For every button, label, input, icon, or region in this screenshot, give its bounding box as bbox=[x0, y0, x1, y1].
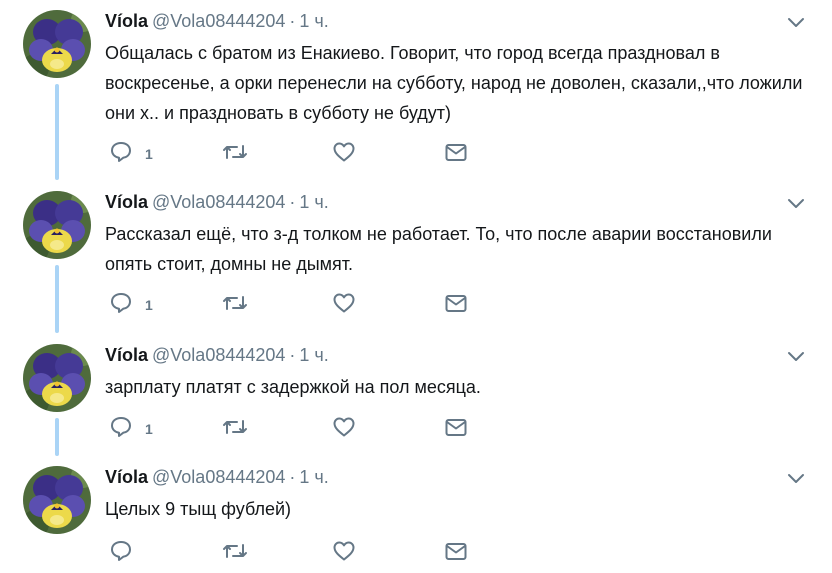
tweet[interactable]: Víola @Vola08444204 · 1 ч. Общалась с брато… bbox=[0, 0, 832, 180]
reply-icon bbox=[109, 140, 133, 164]
envelope-icon bbox=[444, 140, 468, 164]
reply-icon bbox=[109, 539, 133, 563]
thread-line bbox=[55, 265, 59, 333]
timestamp[interactable]: 1 ч. bbox=[299, 192, 328, 212]
chevron-down-icon[interactable] bbox=[786, 468, 806, 488]
envelope-icon bbox=[444, 291, 468, 315]
pansy-avatar-image bbox=[23, 191, 91, 259]
timestamp[interactable]: 1 ч. bbox=[299, 467, 328, 487]
envelope-icon bbox=[444, 539, 468, 563]
author-name[interactable]: Víola bbox=[105, 345, 148, 365]
reply-count: 1 bbox=[145, 297, 153, 313]
chevron-down-icon[interactable] bbox=[786, 346, 806, 366]
author-handle[interactable]: @Vola08444204 bbox=[152, 467, 285, 487]
timestamp[interactable]: 1 ч. bbox=[299, 11, 328, 31]
heart-icon bbox=[332, 539, 356, 563]
reply-count: 1 bbox=[145, 146, 153, 162]
message-button[interactable] bbox=[444, 289, 468, 317]
tweet-text: Общалась с братом из Енакиево. Говорит, … bbox=[105, 43, 803, 123]
retweet-button[interactable] bbox=[221, 537, 249, 565]
reply-button[interactable]: 1 bbox=[109, 413, 153, 441]
like-button[interactable] bbox=[332, 413, 356, 441]
chevron-down-icon[interactable] bbox=[786, 12, 806, 32]
heart-icon bbox=[332, 415, 356, 439]
avatar[interactable] bbox=[23, 10, 91, 78]
tweet-text: Рассказал ещё, что з-д толком не работае… bbox=[105, 224, 772, 274]
like-button[interactable] bbox=[332, 537, 356, 565]
reply-button[interactable]: 1 bbox=[109, 138, 153, 166]
separator-dot: · bbox=[289, 192, 296, 212]
pansy-avatar-image bbox=[23, 466, 91, 534]
pansy-avatar-image bbox=[23, 344, 91, 412]
envelope-icon bbox=[444, 415, 468, 439]
message-button[interactable] bbox=[444, 537, 468, 565]
tweet-text: Целых 9 тыщ фублей) bbox=[105, 499, 292, 519]
tweet-header: Víola @Vola08444204 · 1 ч. bbox=[105, 10, 329, 32]
avatar[interactable] bbox=[23, 344, 91, 412]
tweet-thread: Víola @Vola08444204 · 1 ч. Общалась с брато… bbox=[0, 0, 832, 573]
tweet-header: Víola @Vola08444204 · 1 ч. bbox=[105, 466, 329, 488]
tweet[interactable]: Víola @Vola08444204 · 1 ч. Рассказал ещё, ч… bbox=[0, 181, 832, 333]
retweet-button[interactable] bbox=[221, 413, 249, 441]
tweet[interactable]: Víola @Vola08444204 · 1 ч. Целых 9 тыщ фубл… bbox=[0, 456, 832, 573]
thread-line bbox=[55, 418, 59, 456]
separator-dot: · bbox=[289, 11, 296, 31]
chevron-down-icon[interactable] bbox=[786, 193, 806, 213]
author-handle[interactable]: @Vola08444204 bbox=[152, 192, 285, 212]
tweet-header: Víola @Vola08444204 · 1 ч. bbox=[105, 191, 329, 213]
message-button[interactable] bbox=[444, 138, 468, 166]
timestamp[interactable]: 1 ч. bbox=[299, 345, 328, 365]
retweet-button[interactable] bbox=[221, 138, 249, 166]
retweet-icon bbox=[221, 140, 249, 164]
separator-dot: · bbox=[289, 467, 296, 487]
reply-button[interactable]: 1 bbox=[109, 289, 153, 317]
author-name[interactable]: Víola bbox=[105, 467, 148, 487]
author-name[interactable]: Víola bbox=[105, 11, 148, 31]
retweet-icon bbox=[221, 415, 249, 439]
tweet-text: зарплату платят с задержкой на пол месяц… bbox=[105, 377, 481, 397]
separator-dot: · bbox=[289, 345, 296, 365]
author-handle[interactable]: @Vola08444204 bbox=[152, 11, 285, 31]
message-button[interactable] bbox=[444, 413, 468, 441]
tweet-actions: 1 bbox=[105, 289, 505, 317]
retweet-icon bbox=[221, 291, 249, 315]
avatar[interactable] bbox=[23, 191, 91, 259]
thread-line bbox=[55, 84, 59, 180]
pansy-avatar-image bbox=[23, 10, 91, 78]
heart-icon bbox=[332, 140, 356, 164]
tweet-header: Víola @Vola08444204 · 1 ч. bbox=[105, 344, 329, 366]
tweet-actions bbox=[105, 537, 505, 565]
tweet-actions: 1 bbox=[105, 138, 505, 166]
reply-button[interactable] bbox=[109, 537, 145, 565]
tweet[interactable]: Víola @Vola08444204 · 1 ч. зарплату платят … bbox=[0, 334, 832, 456]
retweet-button[interactable] bbox=[221, 289, 249, 317]
retweet-icon bbox=[221, 539, 249, 563]
author-name[interactable]: Víola bbox=[105, 192, 148, 212]
author-handle[interactable]: @Vola08444204 bbox=[152, 345, 285, 365]
reply-icon bbox=[109, 291, 133, 315]
heart-icon bbox=[332, 291, 356, 315]
tweet-actions: 1 bbox=[105, 413, 505, 441]
avatar[interactable] bbox=[23, 466, 91, 534]
reply-icon bbox=[109, 415, 133, 439]
like-button[interactable] bbox=[332, 289, 356, 317]
reply-count: 1 bbox=[145, 421, 153, 437]
like-button[interactable] bbox=[332, 138, 356, 166]
